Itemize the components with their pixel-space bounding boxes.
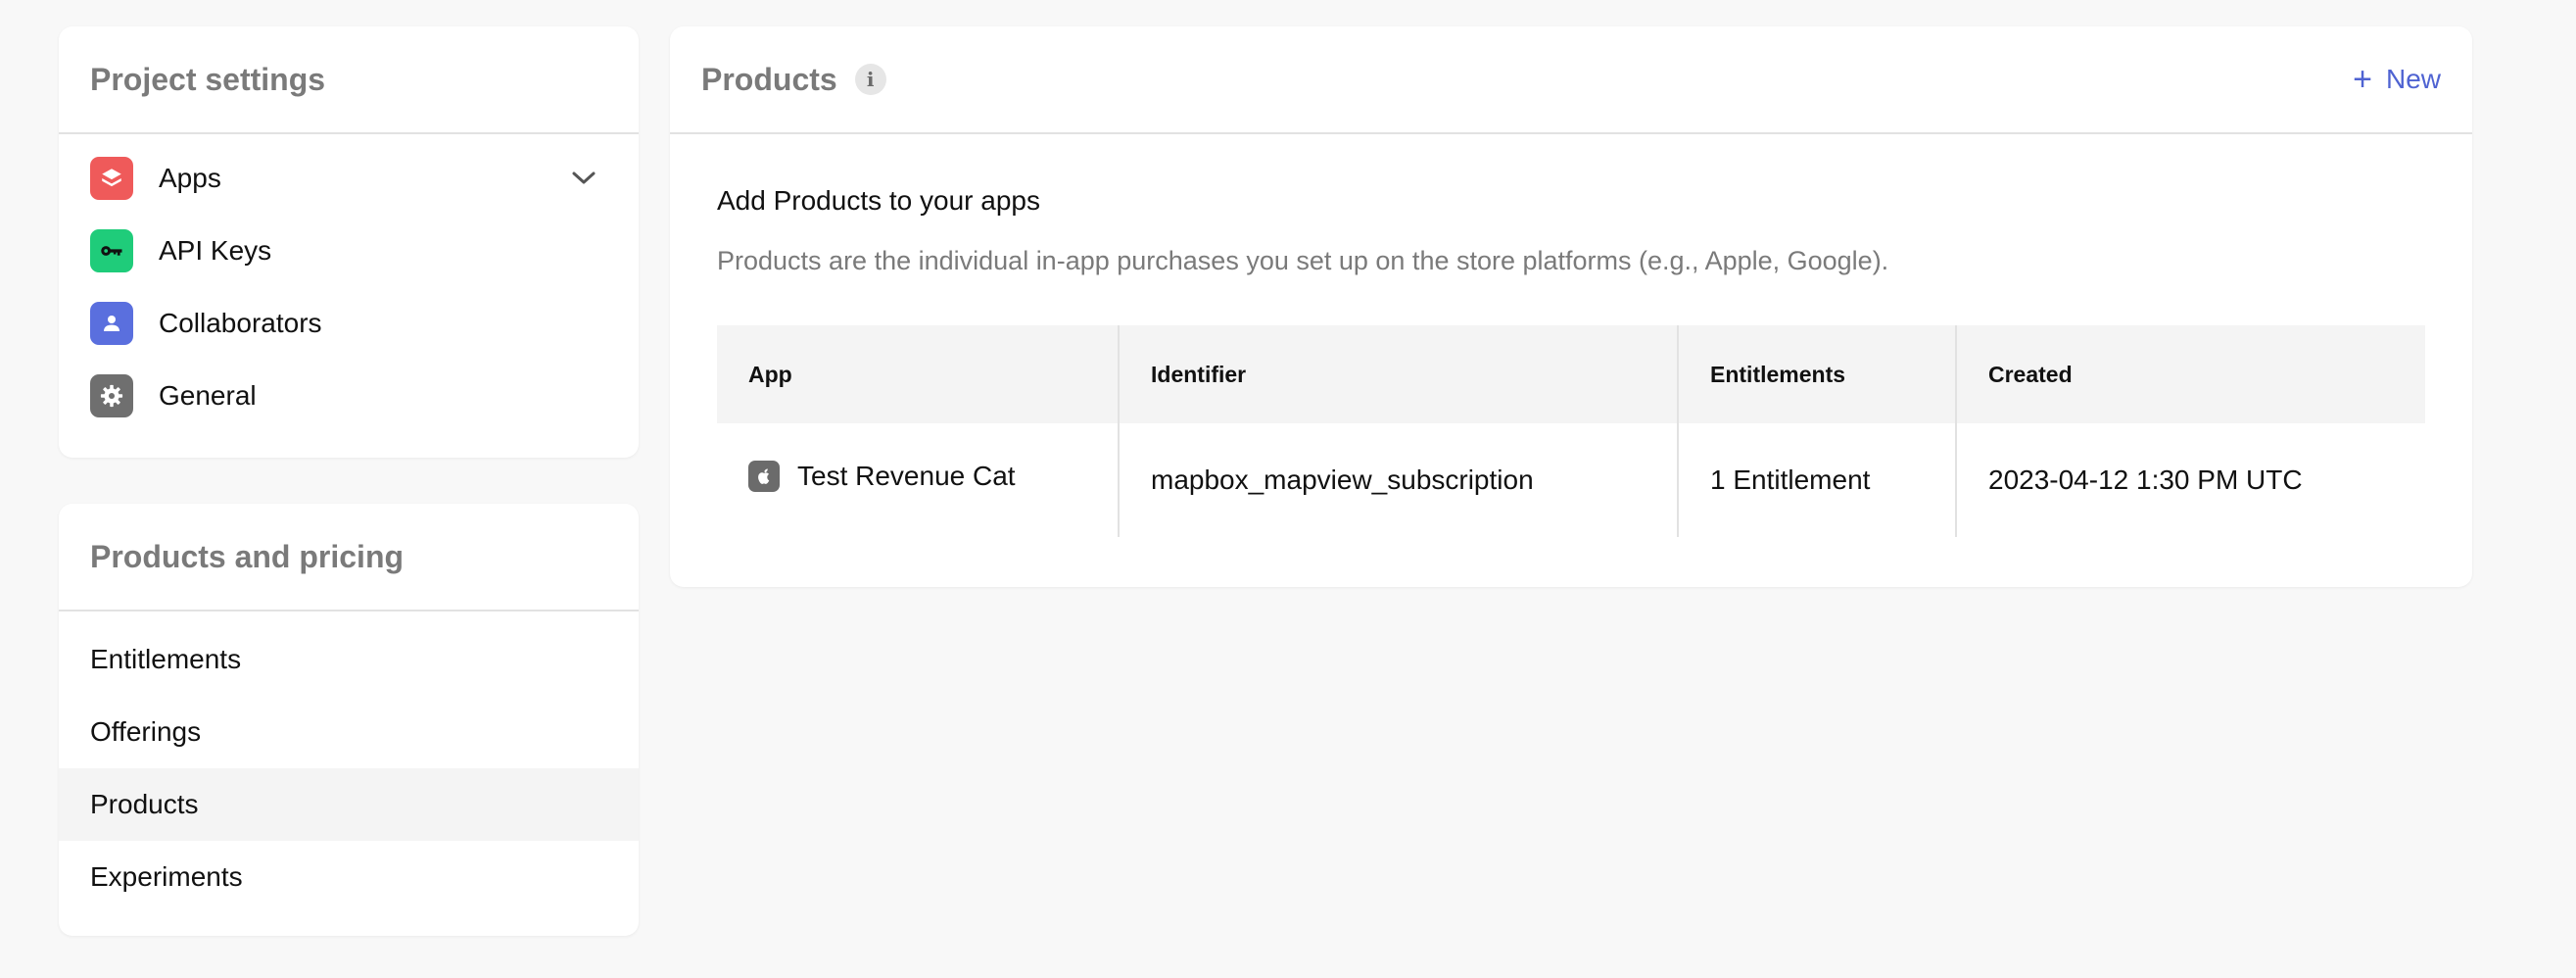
column-header-entitlements[interactable]: Entitlements [1678, 325, 1957, 423]
column-header-created[interactable]: Created [1956, 325, 2425, 423]
products-card: Products i + New Add Products to your ap… [670, 26, 2472, 587]
apple-icon [748, 461, 780, 492]
project-settings-nav: Apps API Keys Collaborators General [59, 134, 639, 432]
products-subhead: Add Products to your apps [717, 185, 1040, 216]
sidebar-item-label: Collaborators [159, 308, 322, 338]
info-icon[interactable]: i [854, 64, 886, 95]
layers-icon [90, 157, 133, 200]
project-settings-title: Project settings [59, 26, 639, 134]
products-table: App Identifier Entitlements Created Test… [717, 325, 2425, 537]
sidebar-item-apps[interactable]: Apps [59, 142, 639, 215]
cell-identifier: mapbox_mapview_subscription [1119, 423, 1679, 537]
column-header-app[interactable]: App [717, 325, 1120, 423]
sidebar-item-products[interactable]: Products [59, 768, 639, 841]
table-header-row: App Identifier Entitlements Created [717, 325, 2425, 423]
products-content: Add Products to your apps Products are t… [670, 185, 2472, 537]
products-description: Products are the individual in-app purch… [717, 246, 1889, 275]
products-header: Products i + New [670, 26, 2472, 134]
products-pricing-card: Products and pricing Entitlements Offeri… [59, 504, 639, 936]
new-product-button[interactable]: + New [2353, 63, 2441, 96]
cell-created: 2023-04-12 1:30 PM UTC [1988, 465, 2303, 495]
new-button-label: New [2385, 64, 2441, 94]
sidebar-item-label: API Keys [159, 235, 272, 266]
sidebar-item-api-keys[interactable]: API Keys [59, 215, 639, 287]
key-icon [90, 229, 133, 272]
plus-icon: + [2353, 61, 2372, 98]
sidebar-item-label: General [159, 380, 257, 411]
page-title: Products [701, 61, 837, 97]
sidebar-item-general[interactable]: General [59, 360, 639, 432]
cell-app: Test Revenue Cat [717, 423, 1120, 537]
sidebar-item-experiments[interactable]: Experiments [59, 841, 639, 913]
sidebar-item-label: Apps [159, 163, 221, 193]
table-row[interactable]: Test Revenue Cat mapbox_mapview_subscrip… [717, 423, 2425, 537]
sidebar-item-offerings[interactable]: Offerings [59, 696, 639, 768]
app-name[interactable]: Test Revenue Cat [797, 461, 1016, 492]
sidebar-item-entitlements[interactable]: Entitlements [59, 623, 639, 696]
person-icon [90, 302, 133, 345]
project-settings-card: Project settings Apps API Keys Collabora… [59, 26, 639, 458]
column-header-identifier[interactable]: Identifier [1119, 325, 1679, 423]
products-pricing-title: Products and pricing [59, 504, 639, 611]
sidebar-item-collaborators[interactable]: Collaborators [59, 287, 639, 360]
products-pricing-nav: Entitlements Offerings Products Experime… [59, 611, 639, 913]
gear-icon [90, 374, 133, 417]
chevron-down-icon[interactable] [570, 165, 597, 192]
cell-entitlements: 1 Entitlement [1678, 423, 1957, 537]
